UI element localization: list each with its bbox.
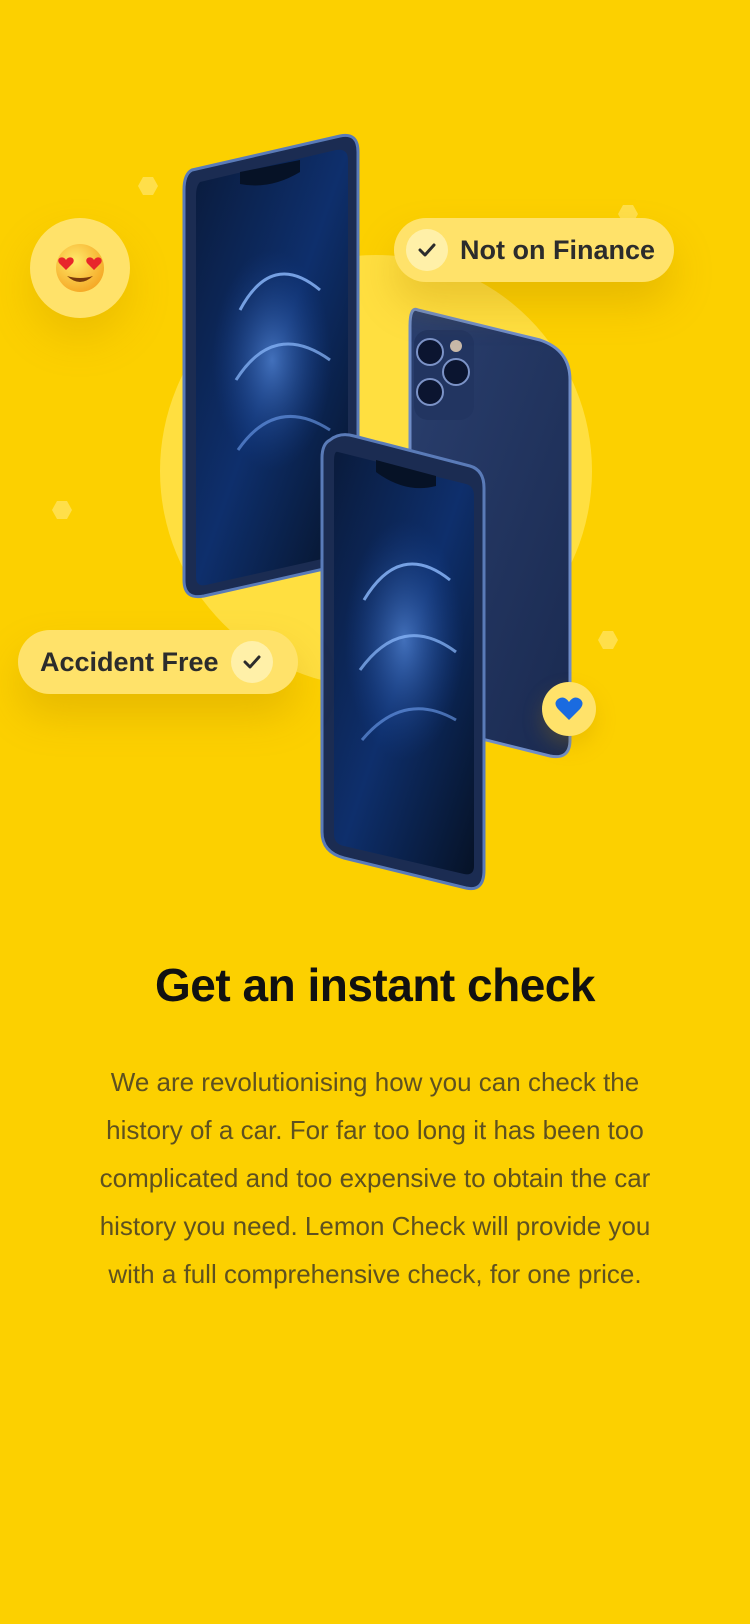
phones-illustration	[182, 133, 572, 891]
checkmark-icon	[230, 641, 273, 683]
blue-heart-emoji-badge	[542, 682, 596, 736]
section-description: We are revolutionising how you can check…	[99, 1067, 651, 1289]
accident-free-badge: Accident Free	[18, 630, 298, 694]
accident-free-label: Accident Free	[40, 646, 219, 677]
not-on-finance-badge: Not on Finance	[394, 218, 674, 282]
section-title: Get an instant check	[155, 959, 595, 1011]
not-on-finance-label: Not on Finance	[460, 234, 655, 265]
blue-heart-icon	[555, 697, 583, 720]
checkmark-icon	[406, 229, 448, 271]
phone-front-center	[320, 433, 486, 891]
hero-illustration: Not on Finance Accident Free	[0, 0, 750, 920]
